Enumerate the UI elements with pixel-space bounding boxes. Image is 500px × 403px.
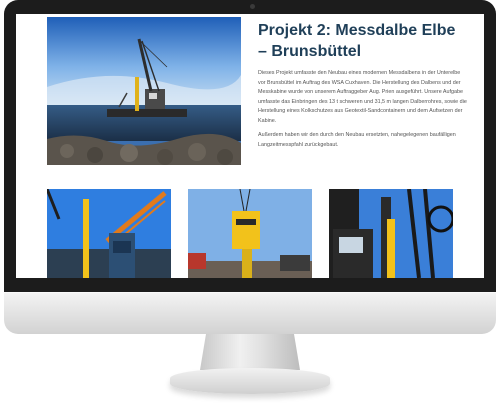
page-title: Projekt 2: Messdalbe Elbe – Brunsbüttel [258,22,456,60]
gallery-photo-pile-rig[interactable] [329,189,453,278]
gallery-photo-yellow-pile[interactable] [188,189,312,278]
hero-photo-crane-barge[interactable] [47,17,241,165]
gallery-photo-crane[interactable] [47,189,171,278]
project-description-extra: Außerdem haben wir den durch den Neubau … [258,132,456,148]
camera-icon [250,4,255,9]
project-description: Dieses Projekt umfasste den Neubau eines… [258,70,467,124]
monitor-stand-neck [200,334,300,370]
monitor-screen: Projekt 2: Messdalbe Elbe – Brunsbüttel … [16,14,484,278]
monitor-stand-foot [170,368,330,394]
monitor-chin [4,292,496,334]
